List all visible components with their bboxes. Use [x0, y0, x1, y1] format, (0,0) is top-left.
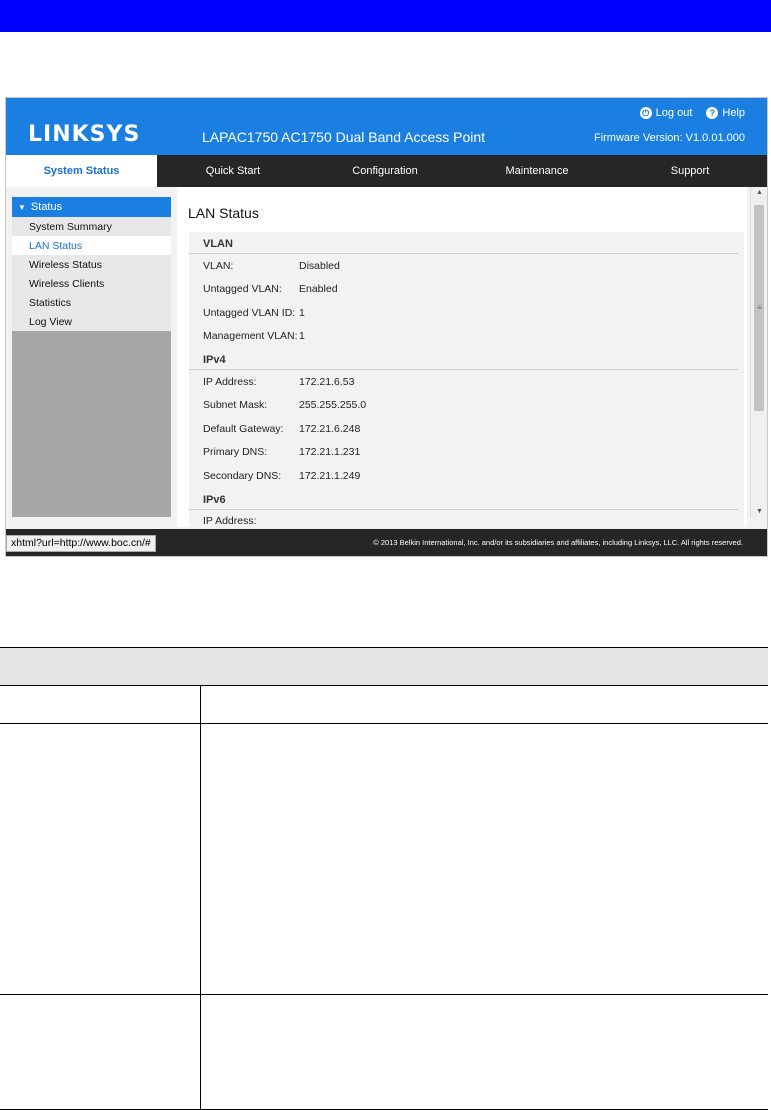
table-row	[0, 723, 768, 995]
sidebar-item-wireless-clients[interactable]: Wireless Clients	[12, 274, 171, 293]
field-label: Subnet Mask:	[203, 399, 268, 412]
row-ip-address: IP Address: 172.21.6.53	[189, 370, 744, 394]
help-label: Help	[722, 107, 745, 119]
field-value: 1	[299, 306, 305, 319]
document-banner	[0, 0, 771, 32]
status-panel: VLAN VLAN: Disabled Untagged VLAN: Enabl…	[189, 232, 744, 527]
field-label: Untagged VLAN ID:	[203, 306, 296, 319]
table-cell	[0, 994, 201, 1110]
field-value: 1	[299, 330, 305, 343]
table-cell	[200, 685, 768, 724]
table-row	[0, 685, 768, 724]
tab-support[interactable]: Support	[613, 155, 767, 187]
product-title: LAPAC1750 AC1750 Dual Band Access Point	[202, 129, 486, 145]
table-cell	[0, 647, 768, 686]
row-untagged-vlan: Untagged VLAN: Enabled	[189, 278, 744, 302]
section-vlan: VLAN	[189, 232, 738, 254]
sidebar-item-lan-status[interactable]: LAN Status	[12, 236, 171, 255]
row-management-vlan: Management VLAN: 1	[189, 325, 744, 349]
page-title: LAN Status	[188, 205, 259, 221]
logout-label: Log out	[655, 107, 693, 119]
caret-down-icon: ▼	[18, 202, 26, 212]
sidebar-item-system-summary[interactable]: System Summary	[12, 217, 171, 236]
main-nav: System Status Quick Start Configuration …	[6, 155, 767, 187]
field-value: 172.21.6.248	[299, 422, 361, 435]
linksys-logo: LINKSYS	[28, 122, 141, 147]
sidebar: ▼ Status System Summary LAN Status Wirel…	[12, 197, 171, 517]
field-label: Untagged VLAN:	[203, 283, 282, 296]
firmware-version: Firmware Version: V1.0.01.000	[593, 132, 745, 144]
field-label: Default Gateway:	[203, 422, 284, 435]
sidebar-item-statistics[interactable]: Statistics	[12, 293, 171, 312]
field-value: 172.21.1.249	[299, 469, 361, 482]
field-label: VLAN:	[203, 259, 234, 272]
row-ipv6-address: IP Address:	[189, 510, 744, 527]
field-label: Secondary DNS:	[203, 469, 282, 482]
section-ipv4: IPv4	[189, 348, 738, 370]
power-icon: ⏻	[639, 107, 652, 119]
table-cell	[0, 723, 201, 995]
sidebar-group-status[interactable]: ▼ Status	[12, 197, 171, 217]
row-secondary-dns: Secondary DNS: 172.21.1.249	[189, 464, 744, 488]
row-primary-dns: Primary DNS: 172.21.1.231	[189, 441, 744, 465]
tab-maintenance[interactable]: Maintenance	[461, 155, 613, 187]
field-label: Primary DNS:	[203, 446, 268, 459]
app-header: LINKSYS LAPAC1750 AC1750 Dual Band Acces…	[6, 98, 767, 155]
help-icon: ?	[706, 107, 719, 119]
grip-icon: ≡	[757, 303, 762, 312]
table-header-row	[0, 647, 768, 686]
copyright: © 2013 Belkin International, Inc. and/or…	[373, 538, 743, 547]
app-footer: xhtml?url=http://www.boc.cn/# © 2013 Bel…	[6, 529, 767, 556]
field-label: Management VLAN:	[203, 330, 298, 343]
field-value: 172.21.1.231	[299, 446, 361, 459]
table-cell	[200, 723, 768, 995]
sidebar-item-wireless-status[interactable]: Wireless Status	[12, 255, 171, 274]
tab-configuration[interactable]: Configuration	[309, 155, 461, 187]
browser-screenshot: LINKSYS LAPAC1750 AC1750 Dual Band Acces…	[5, 97, 768, 557]
field-label: IP Address:	[203, 515, 257, 527]
description-table	[0, 647, 768, 1110]
scroll-up-icon[interactable]: ▲	[751, 187, 767, 199]
field-value: Disabled	[299, 259, 340, 272]
table-cell	[0, 685, 201, 724]
tab-quick-start[interactable]: Quick Start	[157, 155, 309, 187]
field-value: 172.21.6.53	[299, 375, 355, 388]
field-value: Enabled	[299, 283, 338, 296]
section-ipv6: IPv6	[189, 488, 738, 510]
logout-link[interactable]: ⏻ Log out	[639, 107, 693, 119]
row-default-gateway: Default Gateway: 172.21.6.248	[189, 417, 744, 441]
field-value: 255.255.255.0	[299, 399, 367, 412]
sidebar-item-log-view[interactable]: Log View	[12, 312, 171, 331]
row-untagged-vlan-id: Untagged VLAN ID: 1	[189, 301, 744, 325]
table-cell	[200, 994, 768, 1110]
sidebar-group-label: Status	[30, 201, 63, 213]
tab-system-status[interactable]: System Status	[6, 155, 157, 187]
row-subnet-mask: Subnet Mask: 255.255.255.0	[189, 394, 744, 418]
header-links: ⏻ Log out ? Help	[639, 107, 745, 119]
status-url: xhtml?url=http://www.boc.cn/#	[6, 535, 156, 552]
scroll-down-icon[interactable]: ▼	[751, 506, 767, 518]
content-area: LAN Status VLAN VLAN: Disabled Untagged …	[177, 187, 747, 527]
table-row	[0, 994, 768, 1110]
row-vlan: VLAN: Disabled	[189, 254, 744, 278]
content-scrollbar[interactable]: ▲ ≡ ▼	[750, 187, 767, 518]
field-label: IP Address:	[203, 375, 257, 388]
help-link[interactable]: ? Help	[706, 107, 745, 119]
